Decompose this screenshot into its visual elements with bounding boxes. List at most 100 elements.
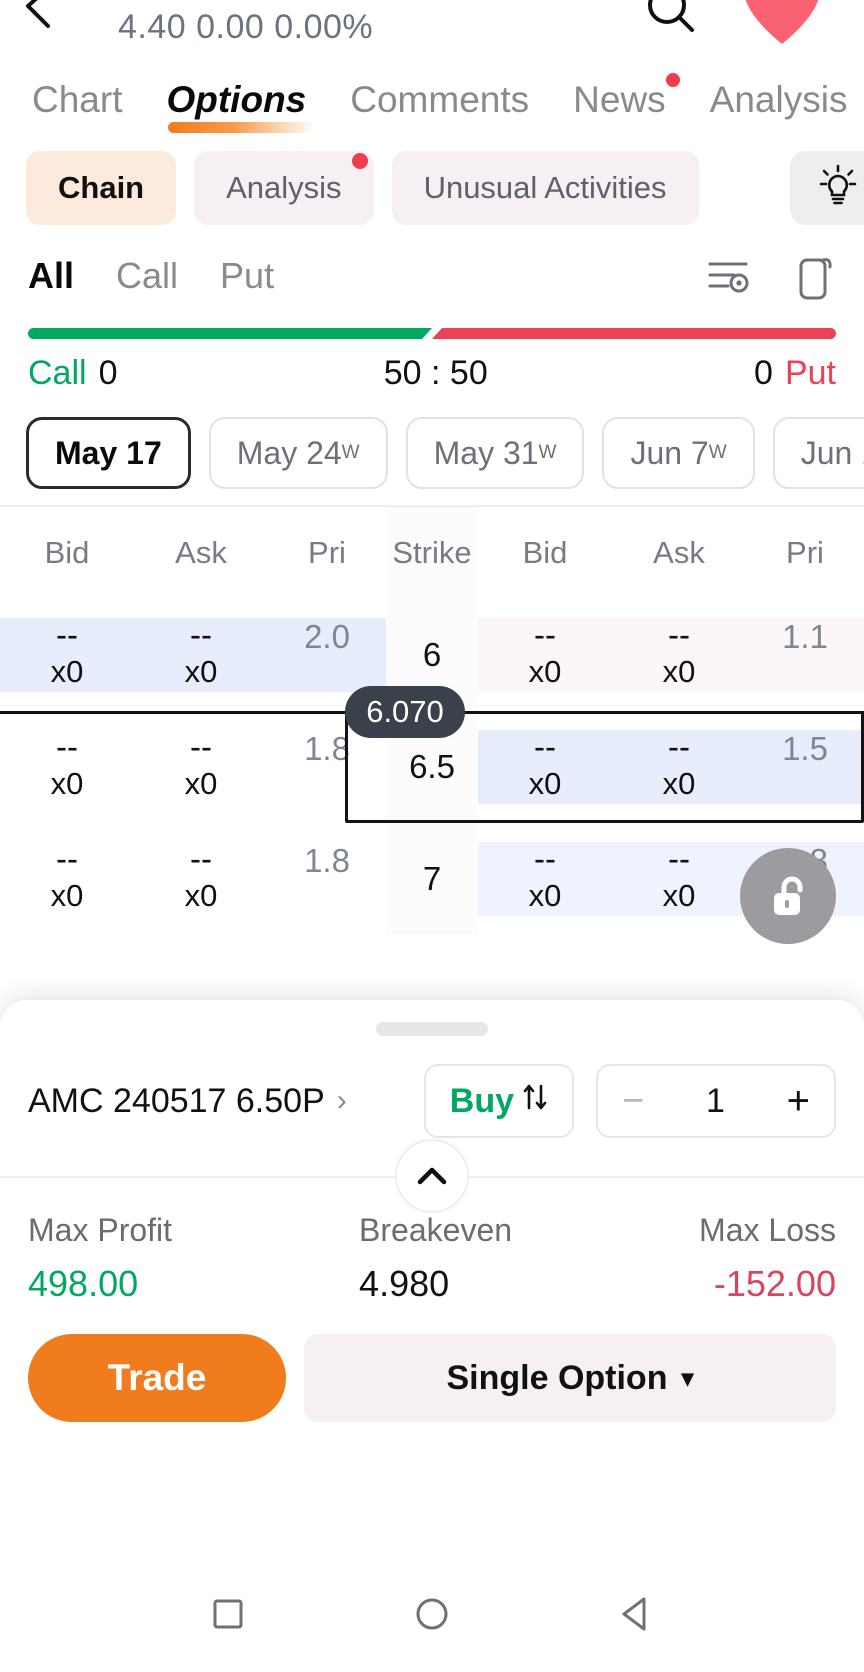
tab-comments[interactable]: Comments — [350, 79, 529, 121]
tab-chart[interactable]: Chart — [32, 79, 122, 121]
android-nav-bar — [0, 1560, 864, 1672]
expiry-jun-14[interactable]: Jun 14W — [772, 417, 864, 489]
call-bid-value: -- — [56, 728, 78, 766]
put-bid-size: x0 — [528, 765, 562, 801]
put-bid-value: -- — [534, 728, 556, 766]
cell-call-bid[interactable]: -- x0 — [0, 842, 134, 915]
tab-analysis[interactable]: Analysis — [710, 79, 848, 121]
tab-options[interactable]: Options — [166, 79, 315, 133]
segment-put[interactable]: Put — [220, 255, 274, 297]
tab-active-underline — [168, 122, 315, 133]
max-profit-label: Max Profit — [28, 1212, 173, 1248]
tab-chart-label: Chart — [32, 79, 123, 120]
cell-put-price[interactable]: 1.5 — [746, 730, 864, 768]
ratio-middle: 50 : 50 — [383, 353, 488, 392]
put-ask-size: x0 — [662, 653, 696, 689]
swap-vertical-icon — [522, 1082, 548, 1121]
quantity-increment-button[interactable]: + — [787, 1081, 810, 1121]
cell-call-price[interactable]: 2.0 — [268, 618, 386, 656]
header-call-bid: Bid — [44, 535, 90, 570]
table-row[interactable]: 6.070 -- x0 -- x0 1.8 6.5 -- x0 -- x0 1.… — [0, 686, 864, 823]
contract-selector[interactable]: AMC 240517 6.50P › — [28, 1082, 347, 1121]
rotate-screen-icon[interactable] — [792, 252, 836, 307]
subtab-unusual-activities[interactable]: Unusual Activities — [391, 151, 699, 225]
call-price-value: 2.0 — [304, 618, 350, 656]
ratio-bar — [28, 328, 836, 339]
expiry-may-31-label: May 31 — [433, 434, 539, 471]
strategy-label: Single Option — [446, 1358, 668, 1397]
analysis-badge-dot — [351, 153, 368, 169]
expiry-may-31-sup: W — [538, 442, 557, 463]
table-row[interactable]: -- x0 -- x0 1.8 7 -- x0 -- x0 — [0, 823, 864, 935]
segment-call[interactable]: Call — [116, 255, 178, 297]
subtab-chain[interactable]: Chain — [26, 151, 177, 225]
subtab-unusual-label: Unusual Activities — [423, 170, 667, 205]
max-loss-label: Max Loss — [699, 1212, 836, 1248]
ratio-put-value: 0 — [754, 353, 773, 392]
search-icon[interactable] — [640, 0, 700, 43]
expiry-may-24[interactable]: May 24 W — [208, 417, 388, 489]
cell-strike[interactable]: 7 — [386, 823, 478, 935]
square-recents-icon[interactable] — [206, 1592, 250, 1641]
heart-icon[interactable] — [740, 0, 824, 53]
quote-price: 4.40 0.00 0.00% — [118, 8, 374, 46]
cell-call-bid[interactable]: -- x0 — [0, 618, 134, 691]
stat-max-profit: Max Profit 498.00 — [28, 1212, 172, 1305]
call-put-ratio — [0, 316, 864, 339]
top-quote-bar: 4.40 0.00 0.00% — [0, 0, 864, 60]
strike-value: 6.5 — [409, 748, 455, 785]
header-strike: Strike — [386, 507, 478, 599]
sheet-drag-handle[interactable] — [376, 1022, 488, 1036]
chevron-up-icon[interactable] — [395, 1139, 469, 1213]
action-buttons: Trade Single Option ▾ — [0, 1328, 864, 1422]
back-chevron-icon[interactable] — [22, 0, 56, 28]
buy-sell-toggle-button[interactable]: Buy — [423, 1064, 574, 1138]
ratio-call-group: Call 0 — [28, 354, 118, 393]
cell-put-ask[interactable]: -- x0 — [612, 618, 746, 691]
expiry-may-24-label: May 24 — [236, 434, 342, 471]
cell-call-ask[interactable]: -- x0 — [134, 842, 268, 915]
cell-call-ask[interactable]: -- x0 — [134, 618, 268, 691]
lightbulb-icon[interactable] — [790, 151, 864, 225]
circle-home-icon[interactable] — [410, 1592, 454, 1641]
strategy-selector-button[interactable]: Single Option ▾ — [304, 1334, 836, 1422]
cell-put-price[interactable]: 1.1 — [746, 618, 864, 656]
call-bid-size: x0 — [50, 877, 84, 913]
trade-button[interactable]: Trade — [28, 1334, 286, 1422]
header-put-bid: Bid — [522, 535, 568, 570]
expiry-may-17[interactable]: May 17 — [26, 417, 191, 489]
cell-put-bid[interactable]: -- x0 — [478, 842, 612, 915]
ratio-bar-call — [28, 328, 432, 339]
cell-put-ask[interactable]: -- x0 — [612, 730, 746, 803]
app-root: 4.40 0.00 0.00% Chart Options Comments N… — [0, 0, 864, 1672]
cell-call-bid[interactable]: -- x0 — [0, 730, 134, 803]
quantity-decrement-button[interactable]: − — [622, 1082, 644, 1120]
cell-call-ask[interactable]: -- x0 — [134, 730, 268, 803]
cell-put-ask[interactable]: -- x0 — [612, 842, 746, 915]
expiry-may-17-label: May 17 — [55, 434, 162, 471]
expiry-may-31[interactable]: May 31 W — [405, 417, 585, 489]
quantity-value[interactable]: 1 — [706, 1082, 725, 1121]
breakeven-value: 4.980 — [359, 1263, 450, 1304]
triangle-back-icon[interactable] — [614, 1592, 658, 1641]
header-call-price: Pri — [308, 535, 346, 570]
unlock-icon[interactable] — [740, 848, 836, 944]
subtab-analysis[interactable]: Analysis — [194, 151, 374, 225]
cell-put-bid[interactable]: -- x0 — [478, 730, 612, 803]
expiry-jun-7[interactable]: Jun 7W — [602, 417, 755, 489]
subtab-analysis-label: Analysis — [226, 170, 342, 205]
cell-call-price[interactable]: 1.8 — [268, 842, 386, 880]
header-put-price: Pri — [786, 535, 824, 570]
put-bid-value: -- — [534, 840, 556, 878]
segment-all[interactable]: All — [28, 255, 74, 297]
put-ask-value: -- — [668, 616, 690, 654]
expiry-jun-7-label: Jun 7 — [630, 434, 709, 471]
tab-news[interactable]: News — [573, 73, 680, 121]
main-tabs: Chart Options Comments News Analysis — [0, 60, 864, 140]
cell-put-bid[interactable]: -- x0 — [478, 618, 612, 691]
settings-sliders-icon[interactable] — [704, 252, 752, 307]
header-put-ask: Ask — [653, 535, 705, 570]
quantity-stepper: − 1 + — [596, 1064, 836, 1138]
call-price-value: 1.8 — [304, 842, 350, 880]
expiry-jun-14-label: Jun 14 — [800, 434, 864, 471]
